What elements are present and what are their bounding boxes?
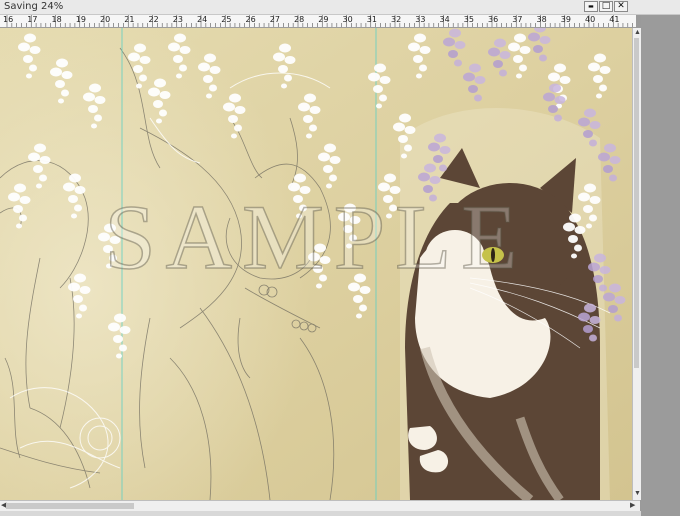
ruler-label: 17 [27, 15, 38, 24]
ruler-label: 25 [221, 15, 232, 24]
vertical-scroll-thumb[interactable] [634, 38, 639, 368]
vertical-scrollbar[interactable]: ▲ ▼ [632, 28, 641, 500]
ruler-label: 19 [75, 15, 86, 24]
status-strip [0, 511, 641, 516]
ruler-label: 39 [560, 15, 571, 24]
window-title: Saving 24% [4, 1, 64, 12]
scroll-right-icon[interactable]: ▶ [630, 502, 635, 509]
artwork: SAMPLE [0, 28, 632, 500]
ruler-label: 33 [415, 15, 426, 24]
ruler-label: 21 [124, 15, 135, 24]
title-bar: Saving 24% ▬ □ ✕ [0, 0, 680, 15]
ruler-label: 40 [585, 15, 596, 24]
ruler-label: 16 [3, 15, 14, 24]
ruler-label: 20 [100, 15, 111, 24]
sample-watermark: SAMPLE [105, 186, 528, 288]
ruler-label: 36 [488, 15, 499, 24]
minimize-icon: ▬ [588, 3, 594, 10]
minimize-button[interactable]: ▬ [584, 1, 598, 12]
close-icon: ✕ [617, 1, 625, 11]
ruler-label: 23 [172, 15, 183, 24]
workspace-background [641, 15, 680, 516]
ruler-label: 22 [148, 15, 159, 24]
ruler-label: 32 [391, 15, 402, 24]
maximize-icon: □ [601, 1, 611, 11]
ruler-label: 24 [197, 15, 208, 24]
ruler-label: 34 [439, 15, 450, 24]
ruler-label: 38 [536, 15, 547, 24]
ruler-label: 29 [318, 15, 329, 24]
ruler-label: 26 [245, 15, 256, 24]
ruler-label: 30 [342, 15, 353, 24]
drawing-canvas[interactable]: SAMPLE [0, 28, 632, 500]
ruler-label: 27 [269, 15, 280, 24]
ruler-label: 35 [463, 15, 474, 24]
ruler-label: 41 [609, 15, 620, 24]
scroll-down-icon[interactable]: ▼ [634, 490, 641, 497]
close-button[interactable]: ✕ [614, 1, 628, 12]
maximize-button[interactable]: □ [599, 1, 613, 12]
ruler-label: 18 [51, 15, 62, 24]
horizontal-scrollbar[interactable]: ◀ ▶ [0, 500, 640, 511]
ruler-label: 28 [294, 15, 305, 24]
ruler-label: 31 [366, 15, 377, 24]
horizontal-ruler: 16 17 18 19 20 21 22 23 24 25 26 27 28 29 30 31 32 33 34 35… [0, 15, 636, 28]
ruler-label: 37 [512, 15, 523, 24]
scroll-up-icon[interactable]: ▲ [634, 29, 641, 36]
horizontal-scroll-thumb[interactable] [6, 503, 134, 509]
